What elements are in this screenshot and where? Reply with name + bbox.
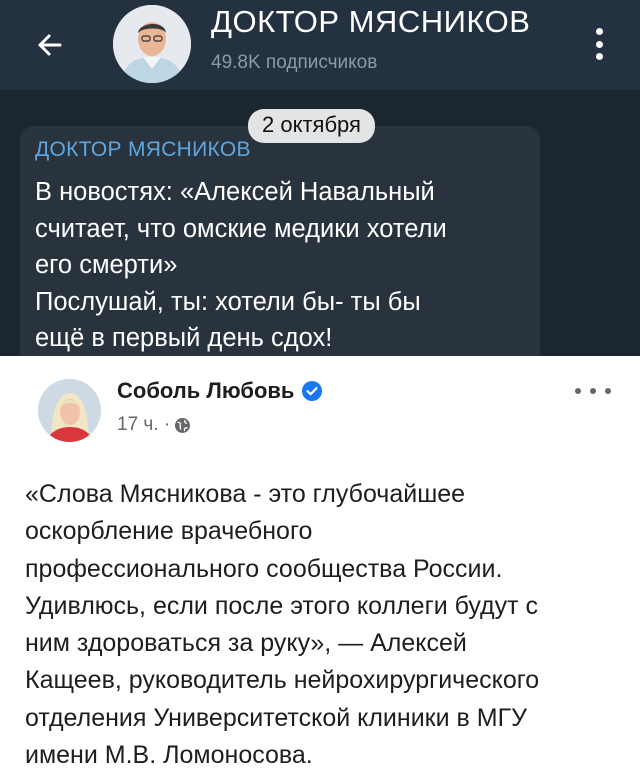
telegram-channel-screen: ДОКТОР МЯСНИКОВ 49.8K подписчиков ДОКТОР… bbox=[0, 0, 640, 356]
facebook-post: Соболь Любовь 17 ч. · «Слова Мясникова -… bbox=[0, 356, 640, 771]
message-line: В новостях: «Алексей Навальный bbox=[35, 178, 435, 206]
message-line: ещё в первый день сдох! bbox=[35, 324, 333, 352]
post-line: отделения Университетской клиники в МГУ bbox=[25, 703, 527, 732]
author-name[interactable]: Соболь Любовь bbox=[117, 378, 323, 404]
subscriber-count: 49.8K подписчиков bbox=[211, 52, 378, 73]
author-avatar[interactable] bbox=[38, 379, 101, 442]
message-line: Послушай, ты: хотели бы- ты бы bbox=[35, 287, 421, 316]
date-divider: 2 октября bbox=[248, 109, 375, 143]
post-meta: 17 ч. · bbox=[117, 414, 191, 436]
post-line: профессионального сообщества России. bbox=[25, 554, 503, 583]
message-text: В новостях: «Алексей Навальный считает, … bbox=[35, 174, 530, 356]
post-line: Удивлюсь, если после этого коллеги будут… bbox=[25, 591, 539, 620]
back-arrow-icon[interactable] bbox=[30, 25, 70, 65]
post-line: оскорбление врачебного bbox=[25, 517, 313, 546]
post-line: «Слова Мясникова - это глубочайшее bbox=[25, 480, 466, 508]
author-name-label[interactable]: Соболь Любовь bbox=[117, 378, 294, 404]
post-line: ним здороваться за руку», — Алексей bbox=[25, 629, 467, 658]
post-line: имени М.В. Ломоносова. bbox=[25, 741, 313, 770]
more-horizontal-icon[interactable] bbox=[575, 381, 611, 401]
message-author[interactable]: ДОКТОР МЯСНИКОВ bbox=[35, 138, 251, 162]
post-text: «Слова Мясникова - это глубочайшее оскор… bbox=[25, 476, 625, 771]
globe-icon bbox=[174, 417, 191, 434]
channel-avatar[interactable] bbox=[113, 5, 191, 83]
more-vertical-icon[interactable] bbox=[584, 24, 614, 64]
message-line: его смерти» bbox=[35, 251, 178, 279]
post-time[interactable]: 17 ч. · bbox=[117, 414, 170, 436]
verified-badge-icon bbox=[302, 381, 323, 401]
post-line: Кащеев, руководитель нейрохирургического bbox=[25, 666, 540, 695]
message-line: считает, что омские медики хотели bbox=[35, 214, 447, 243]
channel-header: ДОКТОР МЯСНИКОВ 49.8K подписчиков bbox=[0, 0, 640, 90]
channel-title[interactable]: ДОКТОР МЯСНИКОВ bbox=[211, 4, 530, 40]
